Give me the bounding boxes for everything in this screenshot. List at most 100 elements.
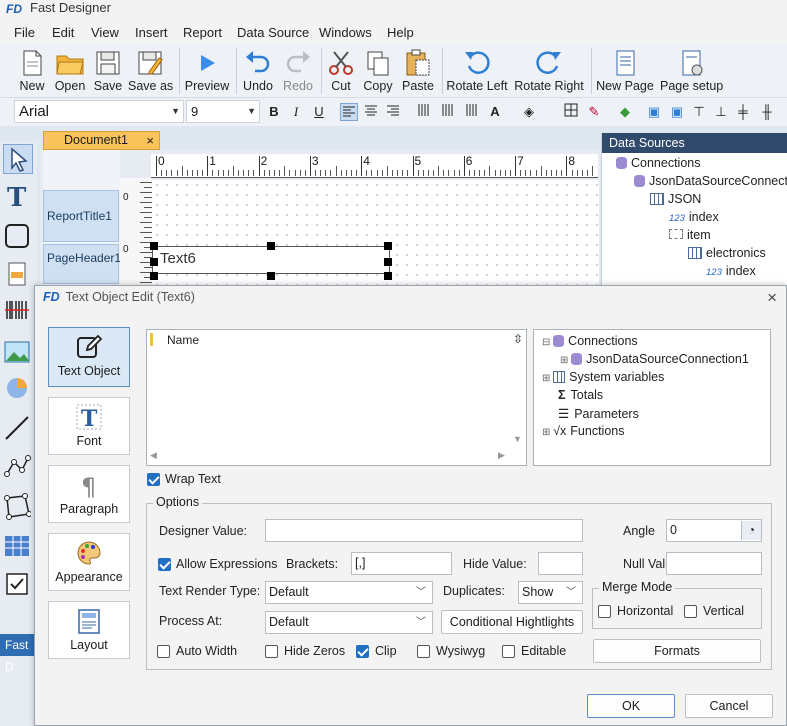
cut-button[interactable]: Cut xyxy=(325,46,357,96)
table-tool[interactable] xyxy=(3,532,33,562)
valign-middle-button[interactable] xyxy=(438,103,456,121)
align-center-button[interactable] xyxy=(362,103,380,121)
menu-windows[interactable]: Windows xyxy=(319,25,372,40)
vertical-checkbox[interactable] xyxy=(684,605,697,618)
tree-node-index-2[interactable]: 123 index xyxy=(706,264,756,278)
tree-node-item[interactable]: item xyxy=(669,228,711,242)
dlg-tree-functions[interactable]: ⊞ √x Functions xyxy=(542,424,625,438)
cancel-button[interactable]: Cancel xyxy=(685,694,773,718)
resize-handle[interactable] xyxy=(384,242,392,250)
pointer-tool[interactable] xyxy=(3,144,33,174)
eraser-button[interactable]: ◆ xyxy=(616,103,634,121)
band-page-header[interactable]: PageHeader1 xyxy=(43,244,121,284)
tree-node-electronics[interactable]: electronics xyxy=(688,246,766,260)
line-tool[interactable] xyxy=(3,414,33,444)
dlg-tree-connections[interactable]: ⊟ Connections xyxy=(542,334,638,348)
conditional-highlights-button[interactable]: Conditional Hightlights xyxy=(441,610,583,634)
hide-value-input[interactable] xyxy=(538,552,583,575)
duplicates-select[interactable]: Show ﹀ xyxy=(518,581,583,604)
underline-button[interactable]: U xyxy=(310,103,328,121)
center-button[interactable]: ╪ xyxy=(734,103,752,121)
angle-picker-icon[interactable]: ◔ xyxy=(741,521,761,540)
null-value-input[interactable] xyxy=(666,552,762,575)
menu-file[interactable]: File xyxy=(14,25,35,40)
formats-button[interactable]: Formats xyxy=(593,639,761,663)
dlg-tree-totals[interactable]: Σ Totals xyxy=(558,388,603,402)
auto-width-checkbox[interactable] xyxy=(157,645,170,658)
brackets-input[interactable]: [,] xyxy=(351,552,452,575)
sidebar-item-paragraph[interactable]: ¶ Paragraph xyxy=(48,465,130,523)
resize-handle[interactable] xyxy=(150,272,158,280)
tree-node-connections[interactable]: Connections xyxy=(616,156,701,170)
dlg-tree-system-variables[interactable]: ⊞ System variables xyxy=(542,370,664,384)
polygon-tool[interactable] xyxy=(3,492,33,522)
chart-tool[interactable] xyxy=(3,374,33,404)
band-report-title[interactable]: ReportTitle1 xyxy=(43,190,119,242)
text-tool[interactable]: T xyxy=(3,182,33,213)
resize-handle[interactable] xyxy=(384,258,392,266)
polyline-tool[interactable] xyxy=(3,452,33,482)
sidebar-item-font[interactable]: T Font xyxy=(48,397,130,455)
dlg-tree-parameters[interactable]: ☰ Parameters xyxy=(558,406,639,421)
align-objects-button[interactable]: ⊤ xyxy=(690,103,708,121)
valign-top-button[interactable] xyxy=(414,103,432,121)
align-left-button[interactable] xyxy=(340,103,358,121)
menu-view[interactable]: View xyxy=(91,25,119,40)
angle-input[interactable]: 0 ◔ xyxy=(666,519,762,542)
bring-front-button[interactable]: ▣ xyxy=(645,103,663,121)
menu-report[interactable]: Report xyxy=(183,25,222,40)
fill-color-button[interactable]: ◈ xyxy=(520,103,538,121)
tab-document1[interactable]: Document1 × xyxy=(43,131,160,150)
text-object-text6[interactable]: Text6 xyxy=(152,246,390,274)
distribute-button[interactable]: ⊥ xyxy=(712,103,730,121)
resize-handle[interactable] xyxy=(384,272,392,280)
text-color-button[interactable]: A xyxy=(486,103,504,121)
report-page[interactable]: Text6 xyxy=(150,180,599,285)
horizontal-checkbox[interactable] xyxy=(598,605,611,618)
wrap-text-checkbox[interactable] xyxy=(147,473,160,486)
grid-button[interactable]: ╫ xyxy=(758,103,776,121)
dlg-tree-json-connection[interactable]: ⊞ JsonDataSourceConnection1 xyxy=(560,352,749,366)
allow-expressions-checkbox[interactable] xyxy=(158,558,171,571)
expression-editor[interactable]: Name ⇳ ▼ ◀ ▶ xyxy=(146,329,527,466)
send-back-button[interactable]: ▣ xyxy=(668,103,686,121)
new-button[interactable]: New xyxy=(14,46,50,96)
designer-value-input[interactable] xyxy=(265,519,583,542)
save-as-button[interactable]: Save as xyxy=(128,46,173,96)
close-icon[interactable]: × xyxy=(146,132,154,149)
menu-help[interactable]: Help xyxy=(387,25,414,40)
font-size-select[interactable]: 9 ▼ xyxy=(186,100,260,123)
scroll-left-icon[interactable]: ◀ xyxy=(150,450,157,461)
rotate-right-button[interactable]: Rotate Right xyxy=(514,46,584,96)
scroll-right-icon[interactable]: ▶ xyxy=(498,450,505,461)
resize-handle[interactable] xyxy=(150,242,158,250)
menu-edit[interactable]: Edit xyxy=(52,25,74,40)
bold-button[interactable]: B xyxy=(265,103,283,121)
page-setup-button[interactable]: Page setup xyxy=(660,46,723,96)
checkbox-tool[interactable] xyxy=(3,570,33,600)
close-icon[interactable]: × xyxy=(767,288,777,308)
tree-node-index[interactable]: 123 index xyxy=(669,210,719,224)
scroll-down-icon[interactable]: ▼ xyxy=(513,434,522,444)
clip-checkbox[interactable] xyxy=(356,645,369,658)
copy-button[interactable]: Copy xyxy=(361,46,395,96)
sidebar-item-layout[interactable]: Layout xyxy=(48,601,130,659)
text-render-type-select[interactable]: Default ﹀ xyxy=(265,581,433,604)
barcode-tool[interactable] xyxy=(3,296,33,326)
picture-tool[interactable] xyxy=(3,338,33,368)
undo-button[interactable]: Undo xyxy=(241,46,275,96)
border-color-button[interactable]: ✎ xyxy=(585,103,603,121)
open-button[interactable]: Open xyxy=(52,46,88,96)
menu-data-source[interactable]: Data Source xyxy=(237,25,309,40)
sidebar-item-appearance[interactable]: Appearance xyxy=(48,533,130,591)
resize-handle[interactable] xyxy=(267,242,275,250)
editable-checkbox[interactable] xyxy=(502,645,515,658)
band-tool[interactable] xyxy=(3,260,33,290)
tree-node-json[interactable]: JSON xyxy=(650,192,701,206)
tree-node-json-connection[interactable]: JsonDataSourceConnection xyxy=(634,174,787,188)
redo-button[interactable]: Redo xyxy=(281,46,315,96)
rotate-left-button[interactable]: Rotate Left xyxy=(446,46,508,96)
font-family-select[interactable]: Arial ▼ xyxy=(14,100,184,123)
hide-zeros-checkbox[interactable] xyxy=(265,645,278,658)
rectangle-tool[interactable] xyxy=(3,222,33,252)
